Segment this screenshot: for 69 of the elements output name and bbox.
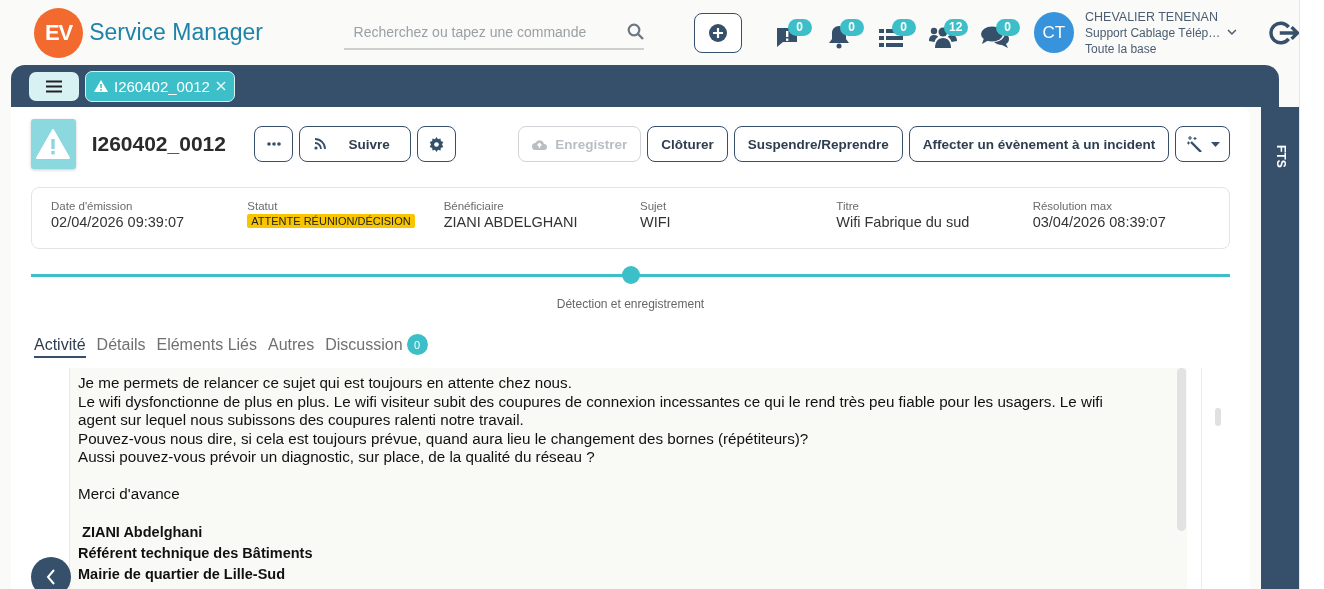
message-text: Aussi pouvez-vous prévoir un diagnostic, sur place, de la qualité du réseau ? xyxy=(78,448,596,467)
plus-circle-icon xyxy=(709,23,728,42)
stage-label: Détection et enregistrement xyxy=(556,297,705,311)
chevron-left-icon xyxy=(46,569,56,585)
count-badge: 0 xyxy=(839,18,864,36)
warning-icon xyxy=(36,129,71,159)
warning-icon xyxy=(94,80,108,92)
follow-button[interactable]: Suivre xyxy=(299,126,411,162)
field-value: 03/04/2026 08:39:07 xyxy=(1032,214,1167,230)
user-name: CHEVALIER TENENAN xyxy=(1085,8,1219,25)
caret-icon xyxy=(1210,141,1220,147)
count-badge: 0 xyxy=(787,18,812,36)
page-scrollbar[interactable] xyxy=(1299,0,1324,589)
menu-button[interactable] xyxy=(29,71,79,101)
field-value: ZIANI ABDELGHANI xyxy=(443,214,579,230)
settings-icon xyxy=(428,136,444,152)
field-value: WIFI xyxy=(640,214,672,230)
cloud-upload-icon xyxy=(532,138,548,150)
search-field[interactable]: Recherchez ou tapez une commande xyxy=(343,23,628,40)
count-badge: 0 xyxy=(406,334,428,355)
user-scope: Toute la base xyxy=(1085,40,1158,57)
message-text: Référent technique des Bâtiments xyxy=(78,544,314,563)
app-name: Service Manager xyxy=(89,19,265,46)
count-badge: 0 xyxy=(891,18,916,36)
count-badge: 0 xyxy=(995,18,1020,36)
incident-id: I260402_0012 xyxy=(91,132,226,156)
message-text: Mairie de quartier de Lille-Sud xyxy=(78,565,287,584)
feed-icon xyxy=(314,138,327,150)
action-button[interactable]: Suspendre/Reprendre xyxy=(733,126,903,162)
add-button[interactable] xyxy=(694,12,742,53)
field-label: Titre xyxy=(836,200,860,212)
action-button[interactable]: Affecter un évènement à un incident xyxy=(908,126,1170,162)
search-icon[interactable] xyxy=(627,23,645,40)
menu-icon xyxy=(46,79,62,93)
user-role: Support Cablage Télép… xyxy=(1085,24,1222,41)
section-tab[interactable]: Activité xyxy=(34,335,86,358)
section-tab[interactable]: Autres xyxy=(268,335,315,358)
settings-button[interactable] xyxy=(416,126,457,162)
more-button[interactable] xyxy=(253,126,294,162)
section-tab[interactable]: Eléments Liés xyxy=(156,335,257,358)
field-label: Statut xyxy=(247,200,279,212)
tab-label: I260402_0012 xyxy=(114,77,210,95)
field-label: Bénéficiaire xyxy=(443,200,505,212)
field-label: Résolution max xyxy=(1032,200,1113,212)
user-avatar[interactable]: CT xyxy=(1033,12,1075,53)
logout-icon[interactable] xyxy=(1266,19,1300,46)
count-badge: 12 xyxy=(943,18,968,36)
ellipsis-icon xyxy=(266,142,281,146)
side-panel-label[interactable]: FTS xyxy=(1273,145,1288,168)
section-tab[interactable]: Détails xyxy=(96,335,146,358)
message-text: Merci d'avance xyxy=(78,485,181,504)
back-button[interactable] xyxy=(31,557,71,589)
field-label: Sujet xyxy=(640,200,668,212)
tools-dropdown-button[interactable] xyxy=(1175,126,1230,162)
status-badge: ATTENTE RÉUNION/DÉCISION xyxy=(247,214,415,228)
magic-wand-icon xyxy=(1185,136,1202,152)
stage-marker[interactable] xyxy=(621,266,640,284)
field-value: 02/04/2026 09:39:07 xyxy=(51,214,186,230)
message-text: Pouvez-vous nous dire, si cela est toujours prévue, quand aura lieu le changement des bornes (répétiteurs)? xyxy=(78,429,810,448)
message-text: Je me permets de relancer ce sujet qui est toujours en attente chez nous. xyxy=(78,374,573,393)
action-button[interactable]: Clôturer xyxy=(647,126,728,162)
logo: EV xyxy=(34,7,84,58)
message-text: Le wifi dysfonctionne de plus en plus. Le wifi visiteur subit des coupures de connexion incessantes ce qui le rend très peu fiable pour les usagers. Le wifi agent sur lequel nous subissons des coupures ralenti notre travail. xyxy=(78,392,1104,430)
message-scrollbar[interactable] xyxy=(1175,368,1187,589)
chevron-down-icon[interactable] xyxy=(1226,29,1237,36)
field-value: Wifi Fabrique du sud xyxy=(836,214,971,230)
message-text: ZIANI Abdelghani xyxy=(81,523,204,542)
field-label: Date d'émission xyxy=(51,200,134,212)
section-tab[interactable]: Discussion 0 xyxy=(325,334,428,359)
